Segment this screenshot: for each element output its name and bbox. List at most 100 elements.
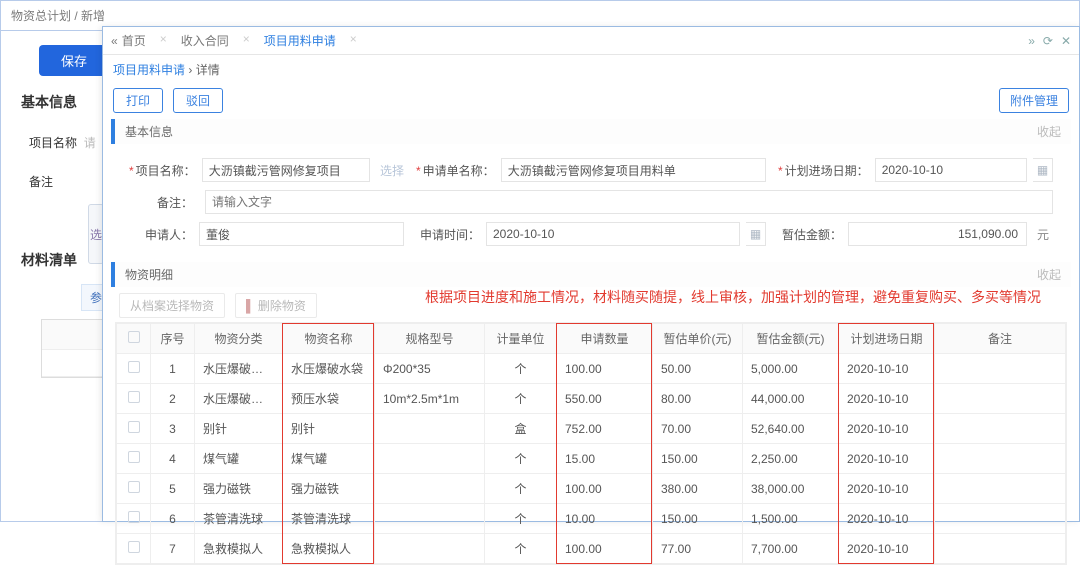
cell-remark xyxy=(935,384,1066,414)
cell-check[interactable] xyxy=(117,534,151,564)
cell-spec xyxy=(375,504,485,534)
cell-name: 强力磁铁 xyxy=(283,474,375,504)
th-check[interactable] xyxy=(117,324,151,354)
table-row[interactable]: 3别针别针盒752.0070.0052,640.002020-10-10 xyxy=(117,414,1066,444)
cell-unit: 盒 xyxy=(485,414,557,444)
input-project[interactable] xyxy=(202,158,370,182)
nav-back-icon[interactable]: « xyxy=(111,34,118,48)
cell-spec xyxy=(375,444,485,474)
input-estamt[interactable] xyxy=(848,222,1027,246)
tab-income[interactable]: 收入合同 xyxy=(181,32,229,49)
cell-check[interactable] xyxy=(117,474,151,504)
cell-cat: 别针 xyxy=(195,414,283,444)
cell-check[interactable] xyxy=(117,504,151,534)
cell-amt: 1,500.00 xyxy=(743,504,839,534)
cell-check[interactable] xyxy=(117,414,151,444)
cell-spec xyxy=(375,534,485,564)
close-icon[interactable]: ✕ xyxy=(1061,34,1071,48)
tip-text: 根据项目进度和施工情况，材料随买随提，线上审核，加强计划的管理，避免重复购买、多… xyxy=(425,287,1041,307)
input-remark[interactable] xyxy=(205,190,1053,214)
input-plandate[interactable] xyxy=(875,158,1027,182)
attachment-button[interactable]: 附件管理 xyxy=(999,88,1069,113)
cell-date: 2020-10-10 xyxy=(839,474,935,504)
table-row[interactable]: 2水压爆破水袋预压水袋10m*2.5m*1m个550.0080.0044,000… xyxy=(117,384,1066,414)
import-button[interactable]: 从档案选择物资 xyxy=(119,293,225,318)
cell-name: 茶管清洗球 xyxy=(283,504,375,534)
cell-remark xyxy=(935,504,1066,534)
input-applytime[interactable] xyxy=(486,222,740,246)
cell-remark xyxy=(935,414,1066,444)
cell-qty: 100.00 xyxy=(557,534,653,564)
cell-check[interactable] xyxy=(117,354,151,384)
table-row[interactable]: 1水压爆破水袋水压爆破水袋Φ200*35个100.0050.005,000.00… xyxy=(117,354,1066,384)
th-price: 暂估单价(元) xyxy=(653,324,743,354)
th-amt: 暂估金额(元) xyxy=(743,324,839,354)
th-unit: 计量单位 xyxy=(485,324,557,354)
table-row[interactable]: 4煤气罐煤气罐个15.00150.002,250.002020-10-10 xyxy=(117,444,1066,474)
cell-unit: 个 xyxy=(485,444,557,474)
table-row[interactable]: 7急救模拟人急救模拟人个100.0077.007,700.002020-10-1… xyxy=(117,534,1066,564)
section-detail: 物资明细收起 xyxy=(111,262,1071,287)
skip-icon[interactable]: » xyxy=(1028,34,1035,48)
cell-no: 1 xyxy=(151,354,195,384)
detail-drawer: « 首页× 收入合同× 项目用料申请× » ⟳ ✕ 项目用料申请 › 详情 打印… xyxy=(102,26,1080,522)
delete-button[interactable]: ▌ 删除物资 xyxy=(235,293,317,318)
tab-current[interactable]: 项目用料申请 xyxy=(264,32,336,49)
cell-qty: 100.00 xyxy=(557,354,653,384)
table-row[interactable]: 5强力磁铁强力磁铁个100.00380.0038,000.002020-10-1… xyxy=(117,474,1066,504)
cell-qty: 550.00 xyxy=(557,384,653,414)
cell-spec: 10m*2.5m*1m xyxy=(375,384,485,414)
reject-button[interactable]: 驳回 xyxy=(173,88,223,113)
cell-check[interactable] xyxy=(117,384,151,414)
label-estamt: 暂估金额： xyxy=(778,226,842,243)
pick-project[interactable]: 选择 xyxy=(380,162,404,179)
cell-spec xyxy=(375,474,485,504)
cell-spec xyxy=(375,414,485,444)
calendar-icon[interactable]: ▦ xyxy=(1033,158,1053,182)
cell-qty: 100.00 xyxy=(557,474,653,504)
cell-qty: 15.00 xyxy=(557,444,653,474)
cell-cat: 煤气罐 xyxy=(195,444,283,474)
cell-unit: 个 xyxy=(485,384,557,414)
cell-amt: 5,000.00 xyxy=(743,354,839,384)
cell-date: 2020-10-10 xyxy=(839,444,935,474)
cell-qty: 10.00 xyxy=(557,504,653,534)
label-reqname: 申请单名称： xyxy=(416,162,495,179)
cell-remark xyxy=(935,354,1066,384)
cell-remark xyxy=(935,474,1066,504)
cell-cat: 急救模拟人 xyxy=(195,534,283,564)
cell-date: 2020-10-10 xyxy=(839,414,935,444)
action-bar: 打印 驳回 附件管理 xyxy=(103,84,1079,119)
th-qty: 申请数量 xyxy=(557,324,653,354)
cell-check[interactable] xyxy=(117,444,151,474)
cell-unit: 个 xyxy=(485,474,557,504)
input-applicant[interactable] xyxy=(199,222,404,246)
th-no: 序号 xyxy=(151,324,195,354)
label-applicant: 申请人： xyxy=(129,226,193,243)
save-button[interactable]: 保存 xyxy=(39,45,109,76)
label-project: 项目名称： xyxy=(129,162,196,179)
cell-name: 别针 xyxy=(283,414,375,444)
cell-price: 80.00 xyxy=(653,384,743,414)
refresh-icon[interactable]: ⟳ xyxy=(1043,34,1053,48)
cell-date: 2020-10-10 xyxy=(839,384,935,414)
fold-detail-icon[interactable]: 收起 xyxy=(1037,266,1061,283)
print-button[interactable]: 打印 xyxy=(113,88,163,113)
cell-cat: 水压爆破水袋 xyxy=(195,354,283,384)
cell-remark xyxy=(935,534,1066,564)
cell-amt: 52,640.00 xyxy=(743,414,839,444)
cell-cat: 茶管清洗球 xyxy=(195,504,283,534)
form-basic: 项目名称： 选择 申请单名称： 计划进场日期： ▦ 备注： 申请人： xyxy=(103,144,1079,256)
input-reqname[interactable] xyxy=(501,158,766,182)
calendar-icon[interactable]: ▦ xyxy=(746,222,766,246)
cell-no: 4 xyxy=(151,444,195,474)
fold-basic-icon[interactable]: 收起 xyxy=(1037,123,1061,140)
cell-price: 77.00 xyxy=(653,534,743,564)
table-row[interactable]: 6茶管清洗球茶管清洗球个10.00150.001,500.002020-10-1… xyxy=(117,504,1066,534)
tab-home[interactable]: 首页 xyxy=(122,32,146,49)
th-spec: 规格型号 xyxy=(375,324,485,354)
materials-grid: 序号 物资分类 物资名称 规格型号 计量单位 申请数量 暂估单价(元) 暂估金额… xyxy=(115,322,1067,565)
cell-date: 2020-10-10 xyxy=(839,504,935,534)
label-applytime: 申请时间： xyxy=(416,226,480,243)
cell-no: 7 xyxy=(151,534,195,564)
